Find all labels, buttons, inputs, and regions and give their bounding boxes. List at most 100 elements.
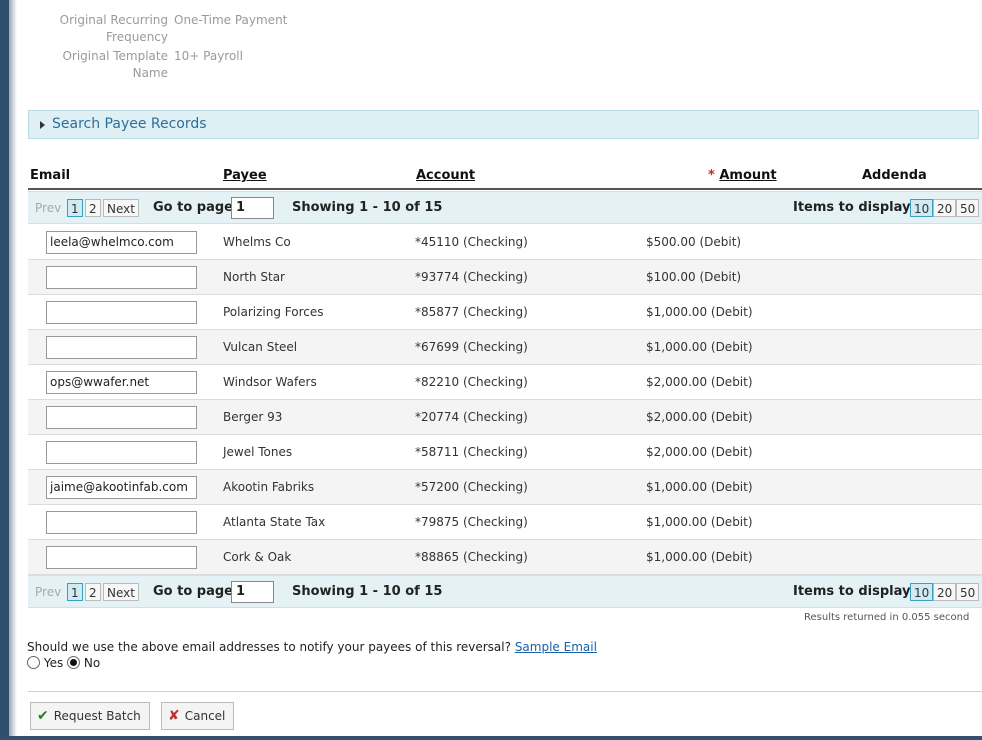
left-frame-shadow [9,0,17,740]
page-2-button[interactable]: 2 [85,199,101,217]
payee-name: Atlanta State Tax [223,515,326,529]
payment-amount: $1,000.00 (Debit) [646,305,753,319]
next-button[interactable]: Next [103,199,139,217]
account-number: *58711 (Checking) [415,445,528,459]
batch-info: Original Recurring Frequency One-Time Pay… [40,12,288,84]
payment-amount: $1,000.00 (Debit) [646,480,753,494]
pager-bottom: Prev 1 2 Next Go to page 1 Showing 1 - 1… [28,575,982,608]
close-x-icon: ✘ [168,708,180,724]
email-input[interactable] [46,301,197,324]
account-number: *85877 (Checking) [415,305,528,319]
payment-amount: $2,000.00 (Debit) [646,375,753,389]
payee-name: Polarizing Forces [223,305,324,319]
table-row: North Star *93774 (Checking) $100.00 (Debi… [28,260,982,295]
payment-amount: $100.00 (Debit) [646,270,742,284]
showing-count: Showing 1 - 10 of 15 [292,584,443,599]
email-input[interactable] [46,336,197,359]
items-50-option[interactable]: 50 [956,199,980,217]
freq-label: Original Recurring Frequency [59,13,168,44]
action-divider [28,691,982,692]
table-row: Atlanta State Tax *79875 (Checking) $1,000… [28,505,982,540]
goto-page-input[interactable]: 1 [231,581,274,603]
account-number: *93774 (Checking) [415,270,528,284]
account-number: *57200 (Checking) [415,480,528,494]
goto-page-label: Go to page [153,584,233,599]
column-header-account[interactable]: Account [416,168,475,183]
page-2-button[interactable]: 2 [85,583,101,601]
email-input[interactable] [46,441,197,464]
payee-name: Whelms Co [223,235,291,249]
request-batch-button[interactable]: ✔ Request Batch [30,702,150,730]
page-1-button[interactable]: 1 [67,199,83,217]
items-to-display-label: Items to display: [793,200,916,215]
email-input[interactable] [46,266,197,289]
payment-amount: $1,000.00 (Debit) [646,340,753,354]
payee-name: Jewel Tones [223,445,293,459]
payee-name: Vulcan Steel [223,340,298,354]
cancel-button[interactable]: ✘ Cancel [161,702,235,730]
payment-amount: $2,000.00 (Debit) [646,410,753,424]
payee-name: Windsor Wafers [223,375,317,389]
left-frame-bar [0,0,9,740]
column-header-addenda: Addenda [862,168,927,183]
sample-email-link[interactable]: Sample Email [515,640,597,654]
account-number: *79875 (Checking) [415,515,528,529]
no-radio[interactable] [67,656,81,669]
email-input[interactable]: ops@wwafer.net [46,371,197,394]
account-number: *20774 (Checking) [415,410,528,424]
template-label: Original Template Name [62,49,168,80]
goto-page-input[interactable]: 1 [231,197,274,219]
items-20-option[interactable]: 20 [933,199,957,217]
column-header-amount[interactable]: * Amount [708,168,777,183]
required-asterisk: * [708,168,715,183]
page-1-button[interactable]: 1 [67,583,83,601]
payment-amount: $1,000.00 (Debit) [646,550,753,564]
table-row: Polarizing Forces *85877 (Checking) $1,000… [28,295,982,330]
freq-value: One-Time Payment [174,13,288,27]
table-row: Jewel Tones *58711 (Checking) $2,000.00 (D… [28,435,982,470]
table-row: ops@wwafer.net Windsor Wafers *82210 (Chec… [28,365,982,400]
next-button[interactable]: Next [103,583,139,601]
table-row: Cork & Oak *88865 (Checking) $1,000.00 (De… [28,540,982,575]
email-input[interactable]: leela@whelmco.com [46,231,197,254]
items-10-option[interactable]: 10 [910,199,934,217]
email-input[interactable] [46,546,197,569]
payment-amount: $2,000.00 (Debit) [646,445,753,459]
search-payee-records-label: Search Payee Records [52,116,207,132]
payment-amount: $500.00 (Debit) [646,235,742,249]
items-20-option[interactable]: 20 [933,583,957,601]
payment-amount: $1,000.00 (Debit) [646,515,753,529]
email-input[interactable] [46,511,197,534]
notify-radio-group: Yes No [27,656,100,670]
showing-count: Showing 1 - 10 of 15 [292,200,443,215]
table-row: Vulcan Steel *67699 (Checking) $1,000.00 (… [28,330,982,365]
prev-link[interactable]: Prev [35,585,61,599]
payee-name: Berger 93 [223,410,283,424]
checkmark-icon: ✔ [37,708,49,724]
search-payee-records-toggle[interactable]: Search Payee Records [28,110,979,139]
bottom-frame-bar [0,736,982,740]
payee-name: North Star [223,270,285,284]
payee-name: Cork & Oak [223,550,292,564]
account-number: *45110 (Checking) [415,235,528,249]
yes-label: Yes [43,656,64,670]
table-row: Berger 93 *20774 (Checking) $2,000.00 (Deb… [28,400,982,435]
header-divider [28,188,982,190]
pager-top: Prev 1 2 Next Go to page 1 Showing 1 - 1… [28,191,982,224]
email-input[interactable]: jaime@akootinfab.com [46,476,197,499]
yes-radio[interactable] [27,656,40,669]
results-timing: Results returned in 0.055 second [804,612,970,623]
column-header-payee[interactable]: Payee [223,168,267,183]
column-header-email: Email [30,168,71,183]
template-value: 10+ Payroll [174,49,243,63]
notify-question-text: Should we use the above email addresses … [27,640,511,654]
goto-page-label: Go to page [153,200,233,215]
no-label: No [83,656,101,670]
items-10-option[interactable]: 10 [910,583,934,601]
account-number: *82210 (Checking) [415,375,528,389]
notify-question: Should we use the above email addresses … [27,640,597,654]
prev-link[interactable]: Prev [35,201,61,215]
items-50-option[interactable]: 50 [956,583,980,601]
email-input[interactable] [46,406,197,429]
table-row: leela@whelmco.com Whelms Co *45110 (Checki… [28,225,982,260]
